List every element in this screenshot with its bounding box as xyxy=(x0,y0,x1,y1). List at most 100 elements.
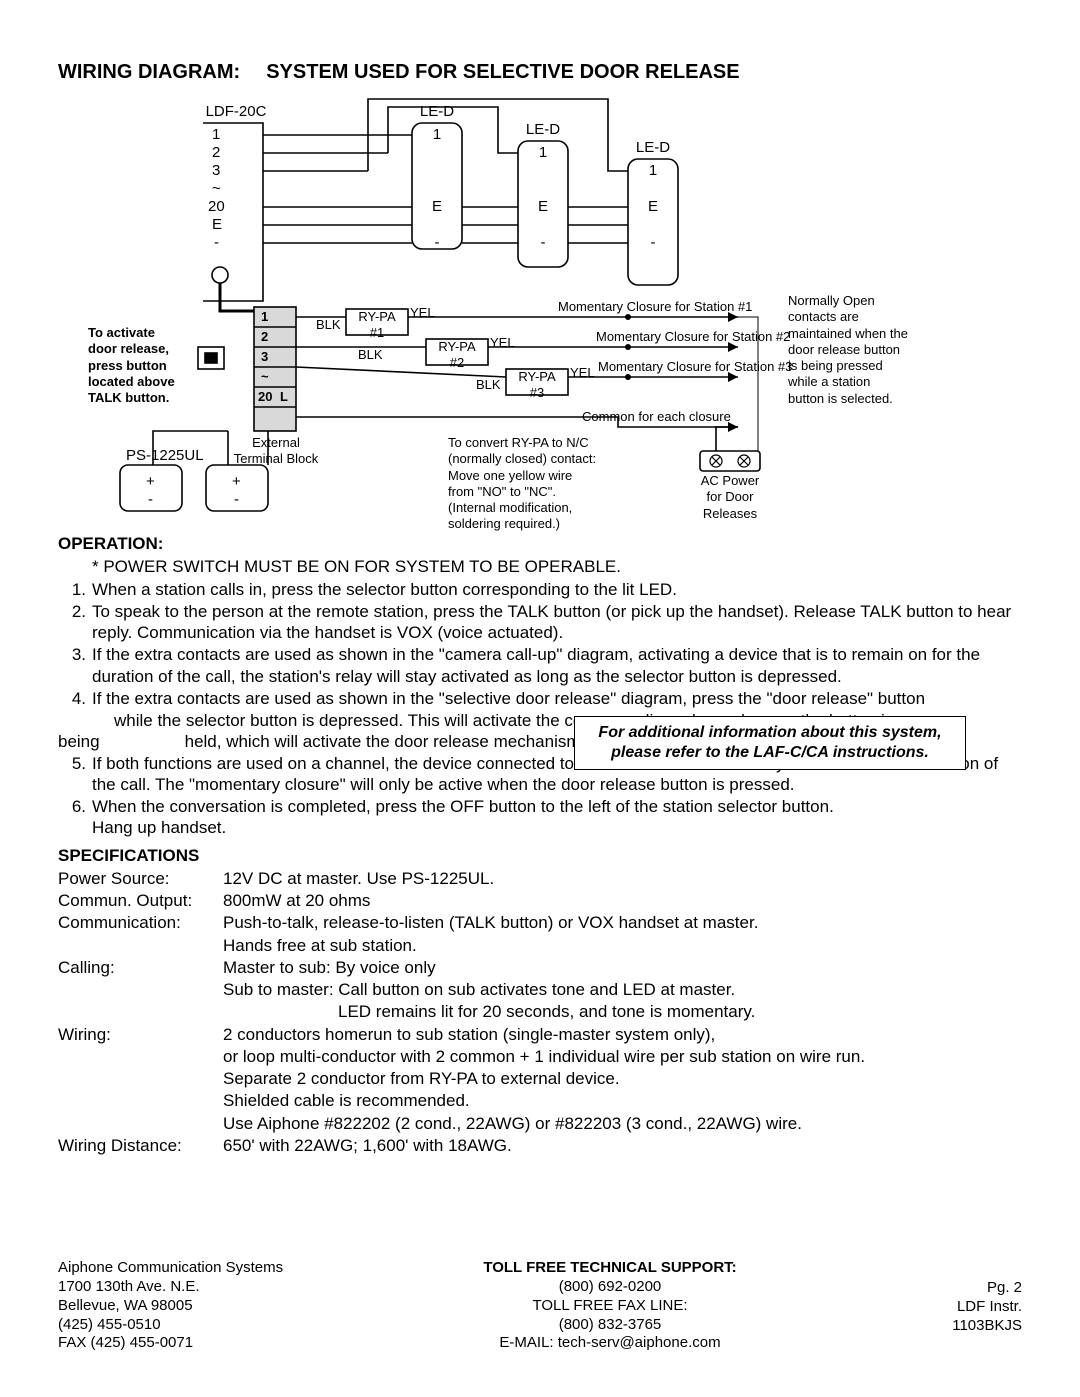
tb-minus: - xyxy=(234,491,239,510)
rypa-3: RY-PA #3 xyxy=(518,369,555,402)
specs-key xyxy=(58,935,223,956)
tb-1: 1 xyxy=(261,309,268,325)
ldf-term-E: E xyxy=(212,216,222,235)
mc-3: Momentary Closure for Station #3 xyxy=(598,359,792,375)
ps-label: PS-1225UL xyxy=(126,447,204,466)
page-title: WIRING DIAGRAM: SYSTEM USED FOR SELECTIVE… xyxy=(58,60,1022,85)
op-6-n: 6. xyxy=(58,796,92,839)
operation-body: * POWER SWITCH MUST BE ON FOR SYSTEM TO … xyxy=(58,556,1022,838)
specs-val: 12V DC at master. Use PS-1225UL. xyxy=(223,868,1022,889)
ldf-term-3: 3 xyxy=(212,162,220,181)
op-star: * POWER SWITCH MUST BE ON FOR SYSTEM TO … xyxy=(92,556,1022,577)
specs-calling-sub: LED remains lit for 20 seconds, and tone… xyxy=(223,1001,1022,1022)
tb-L: L xyxy=(280,389,288,405)
op-2: To speak to the person at the remote sta… xyxy=(92,601,1022,644)
ldf-term-tilde: ~ xyxy=(212,180,221,199)
specs-val: Separate 2 conductor from RY-PA to exter… xyxy=(223,1068,1022,1089)
blk-1: BLK xyxy=(316,317,341,333)
tb-20: 20 xyxy=(258,389,272,405)
footer-mid-heading: TOLL FREE TECHNICAL SUPPORT: xyxy=(358,1259,862,1278)
led2-t1: 1 xyxy=(539,144,547,163)
op-1: When a station calls in, press the selec… xyxy=(92,579,1022,600)
operation-heading: OPERATION: xyxy=(58,533,1022,554)
specs-val: Use Aiphone #822202 (2 cond., 22AWG) or … xyxy=(223,1113,1022,1134)
specs-key: Commun. Output: xyxy=(58,890,223,911)
specs-key xyxy=(58,1068,223,1089)
op-6: When the conversation is completed, pres… xyxy=(92,796,1022,839)
specs-val: 800mW at 20 ohms xyxy=(223,890,1022,911)
mc-2: Momentary Closure for Station #2 xyxy=(596,329,790,345)
specs-key xyxy=(58,1113,223,1134)
specs-val: or loop multi-conductor with 2 common + … xyxy=(223,1046,1022,1067)
ps-plus: + xyxy=(146,473,155,492)
specs-val: 650' with 22AWG; 1,600' with 18AWG. xyxy=(223,1135,1022,1156)
led-1-label: LE-D xyxy=(420,103,454,122)
op-4-n: 4. xyxy=(58,688,92,709)
specifications: SPECIFICATIONS Power Source:12V DC at ma… xyxy=(58,845,1022,1157)
tb-tilde: ~ xyxy=(261,369,269,385)
info-box: For additional information about this sy… xyxy=(574,716,966,770)
specs-val: Push-to-talk, release-to-listen (TALK bu… xyxy=(223,912,1022,933)
op-4a: If the extra contacts are used as shown … xyxy=(92,688,1022,709)
specs-key xyxy=(58,1046,223,1067)
led1-tM: - xyxy=(435,234,440,253)
ldf-term-20: 20 xyxy=(208,198,225,217)
ldf-term-2: 2 xyxy=(212,144,220,163)
mc-1: Momentary Closure for Station #1 xyxy=(558,299,752,315)
led-2-label: LE-D xyxy=(526,121,560,140)
footer-left: Aiphone Communication Systems 1700 130th… xyxy=(58,1259,358,1353)
specs-key: Communication: xyxy=(58,912,223,933)
led2-tE: E xyxy=(538,198,548,217)
led1-t1: 1 xyxy=(433,126,441,145)
nc-note: To convert RY-PA to N/C (normally closed… xyxy=(448,435,658,533)
op-3: If the extra contacts are used as shown … xyxy=(92,644,1022,687)
tb-3: 3 xyxy=(261,349,268,365)
rypa-1: RY-PA #1 xyxy=(358,309,395,342)
ldf-term-1: 1 xyxy=(212,126,220,145)
specs-key: Wiring Distance: xyxy=(58,1135,223,1156)
op-5-n: 5. xyxy=(58,753,92,796)
op-2-n: 2. xyxy=(58,601,92,644)
specs-key xyxy=(58,1090,223,1111)
ext-tb-label: External Terminal Block xyxy=(234,435,319,468)
rypa-2: RY-PA #2 xyxy=(438,339,475,372)
led3-tE: E xyxy=(648,198,658,217)
specs-val: Hands free at sub station. xyxy=(223,935,1022,956)
led1-tE: E xyxy=(432,198,442,217)
specs-val: Shielded cable is recommended. xyxy=(223,1090,1022,1111)
footer-mid: TOLL FREE TECHNICAL SUPPORT: (800) 692-0… xyxy=(358,1259,862,1353)
tb-plus: + xyxy=(232,473,241,492)
specs-key: Wiring: xyxy=(58,1024,223,1045)
yel-3: YEL xyxy=(570,365,595,381)
title-main: SYSTEM USED FOR SELECTIVE DOOR RELEASE xyxy=(266,61,739,83)
wiring-diagram: LDF-20C LE-D LE-D LE-D 1 2 3 ~ 20 E - 1 … xyxy=(58,95,1018,525)
op-1-n: 1. xyxy=(58,579,92,600)
specs-key: Calling: xyxy=(58,957,223,978)
op-3-n: 3. xyxy=(58,644,92,687)
led3-t1: 1 xyxy=(649,162,657,181)
ldf-label: LDF-20C xyxy=(206,103,267,122)
led3-tM: - xyxy=(651,234,656,253)
page-footer: Aiphone Communication Systems 1700 130th… xyxy=(58,1259,1022,1353)
led2-tM: - xyxy=(541,234,546,253)
title-prefix: WIRING DIAGRAM: xyxy=(58,61,240,83)
blk-2: BLK xyxy=(358,347,383,363)
yel-1: YEL xyxy=(410,305,435,321)
specs-heading: SPECIFICATIONS xyxy=(58,845,1022,866)
tb-2: 2 xyxy=(261,329,268,345)
footer-mid-lines: (800) 692-0200 TOLL FREE FAX LINE: (800)… xyxy=(358,1278,862,1353)
yel-2: YEL xyxy=(490,335,515,351)
ps-minus: - xyxy=(148,491,153,510)
ldf-term-minus: - xyxy=(214,234,219,253)
specs-val: 2 conductors homerun to sub station (sin… xyxy=(223,1024,1022,1045)
activate-note: To activate door release, press button l… xyxy=(88,325,198,406)
specs-key: Power Source: xyxy=(58,868,223,889)
led-3-label: LE-D xyxy=(636,139,670,158)
footer-right: Pg. 2 LDF Instr. 1103BKJS xyxy=(862,1259,1022,1353)
specs-val: Master to sub: By voice only xyxy=(223,957,1022,978)
ac-power-label: AC Power for Door Releases xyxy=(701,473,760,522)
specs-key xyxy=(58,979,223,1000)
specs-val: Sub to master: Call button on sub activa… xyxy=(223,979,1022,1000)
mc-common: Common for each closure xyxy=(582,409,731,425)
no-note: Normally Open contacts are maintained wh… xyxy=(788,293,948,407)
